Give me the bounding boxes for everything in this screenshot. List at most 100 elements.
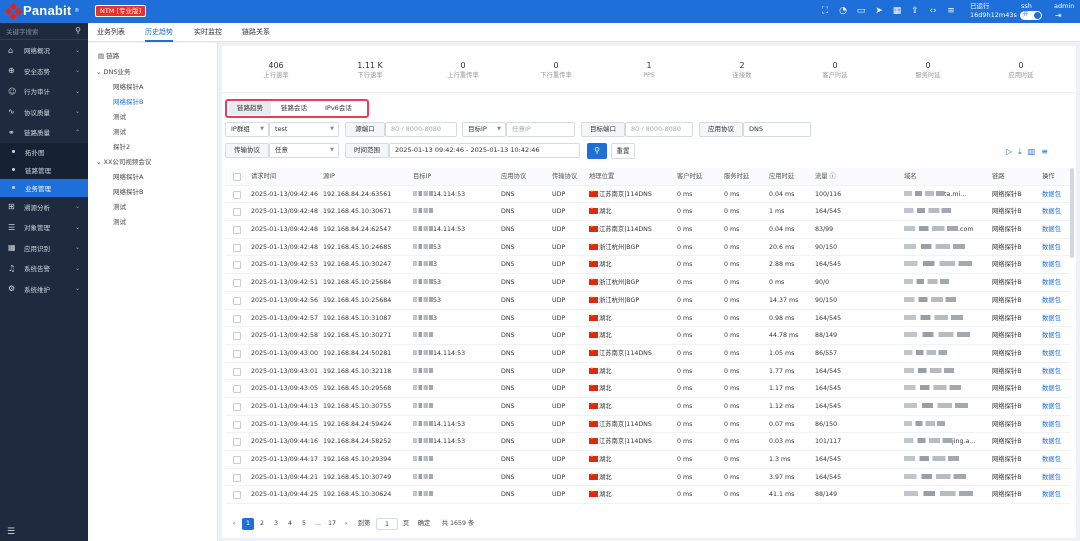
cell-op[interactable]: 数据包: [1042, 398, 1061, 416]
table-row[interactable]: 2025-01-13/09:42:51 192.168.45.10:25684 53…: [225, 274, 1070, 292]
dashboard-icon[interactable]: ◔: [838, 6, 848, 16]
page-17[interactable]: 17: [326, 518, 338, 530]
table-row[interactable]: 2025-01-13/09:43:05 192.168.45.10:29568 DN…: [225, 380, 1070, 398]
search-button[interactable]: ⚲: [587, 143, 607, 159]
collapse-menu-icon[interactable]: ☰: [7, 527, 15, 537]
table-row[interactable]: 2025-01-13/09:43:01 192.168.45.10:32118 DN…: [225, 363, 1070, 381]
sidebar-subitem-link-manage[interactable]: 链路管理: [0, 160, 88, 179]
cell-op[interactable]: 数据包: [1042, 203, 1061, 221]
table-row[interactable]: 2025-01-13/09:44:16 192.168.84.24:58252 14…: [225, 433, 1070, 451]
sort-icon[interactable]: ≡: [1041, 147, 1048, 157]
chat-icon[interactable]: ▭: [856, 6, 866, 16]
cell-op[interactable]: 数据包: [1042, 221, 1061, 239]
tree-node[interactable]: 探针2: [113, 141, 130, 151]
col-geo[interactable]: 地理位置: [589, 168, 614, 186]
row-checkbox[interactable]: [233, 456, 241, 464]
table-row[interactable]: 2025-01-13/09:42:53 192.168.45.10:30247 3 D…: [225, 256, 1070, 275]
row-checkbox[interactable]: [233, 349, 241, 358]
layout-icon[interactable]: ▦: [892, 6, 902, 16]
table-row[interactable]: 2025-01-13/09:44:17 192.168.45.10:29394 DN…: [225, 451, 1070, 469]
row-checkbox[interactable]: [233, 190, 241, 199]
table-row[interactable]: 2025-01-13/09:42:48 192.168.84.24:62547 14…: [225, 221, 1070, 239]
subtab-link-trend[interactable]: 链路趋势: [229, 102, 271, 115]
tree-node[interactable]: 网络探针A: [113, 171, 143, 181]
page-ellipsis[interactable]: ...: [312, 518, 324, 530]
page-5[interactable]: 5: [298, 518, 310, 530]
table-row[interactable]: 2025-01-13/09:42:56 192.168.45.10:25684 53…: [225, 292, 1070, 310]
code-icon[interactable]: ‹›: [928, 6, 938, 16]
sidebar-item-link-quality[interactable]: ⚭ 链路质量 ⌃: [0, 122, 88, 143]
app-protocol-input[interactable]: DNS: [743, 122, 811, 137]
upload-icon[interactable]: ⇪: [910, 6, 920, 16]
info-icon[interactable]: ⓘ: [830, 173, 836, 180]
col-app-protocol[interactable]: 应用协议: [501, 168, 526, 186]
tree-node[interactable]: 网络探针A: [113, 81, 143, 91]
cell-op[interactable]: 数据包: [1042, 239, 1061, 257]
tree-node[interactable]: 测试: [113, 126, 126, 136]
row-checkbox[interactable]: [233, 491, 241, 500]
sidebar-subitem-topology[interactable]: 拓扑图: [0, 142, 88, 161]
sidebar-item-objects[interactable]: ☰ 对象管理 ⌄: [0, 217, 88, 238]
row-checkbox[interactable]: [233, 367, 241, 376]
page-4[interactable]: 4: [284, 518, 296, 530]
row-checkbox[interactable]: [233, 314, 241, 323]
tree-node[interactable]: 网络探针B: [113, 186, 143, 196]
row-checkbox[interactable]: [233, 473, 241, 482]
cell-op[interactable]: 数据包: [1042, 416, 1061, 434]
row-checkbox[interactable]: [233, 279, 241, 288]
cell-op[interactable]: 数据包: [1042, 310, 1061, 328]
col-flow[interactable]: 流量 ⓘ: [815, 168, 836, 186]
table-row[interactable]: 2025-01-13/09:44:25 192.168.45.10:30624 DN…: [225, 486, 1070, 505]
sidebar-item-alerts[interactable]: ♫ 系统告警 ⌄: [0, 258, 88, 279]
prev-page-icon[interactable]: ‹: [228, 518, 240, 530]
send-icon[interactable]: ➤: [874, 6, 884, 16]
col-client-latency[interactable]: 客户时延: [677, 168, 702, 186]
tree-node[interactable]: 测试: [113, 111, 126, 121]
row-checkbox[interactable]: [233, 420, 241, 429]
time-range-input[interactable]: 2025-01-13 09:42:46 - 2025-01-13 10:42:4…: [389, 143, 580, 158]
row-checkbox[interactable]: [233, 332, 241, 341]
src-port-input[interactable]: 80 / 8000-8080: [385, 122, 457, 137]
page-3[interactable]: 3: [270, 518, 282, 530]
tab-realtime[interactable]: 实时监控: [194, 27, 222, 37]
cell-op[interactable]: 数据包: [1042, 345, 1061, 363]
cell-op[interactable]: 数据包: [1042, 433, 1061, 451]
tree-node-selected[interactable]: 网络探针B: [113, 96, 143, 106]
cell-op[interactable]: 数据包: [1042, 469, 1061, 487]
goto-confirm-button[interactable]: 确定: [414, 518, 434, 530]
cell-op[interactable]: 数据包: [1042, 451, 1061, 469]
select-all-checkbox[interactable]: [233, 173, 241, 181]
search-icon[interactable]: ⚲: [75, 26, 81, 35]
col-domain[interactable]: 域名: [904, 168, 917, 186]
row-checkbox[interactable]: [233, 243, 241, 252]
row-checkbox[interactable]: [233, 438, 241, 447]
sidebar-subitem-business-manage[interactable]: 业务管理: [0, 178, 88, 197]
sidebar-item-protocol-quality[interactable]: ∿ 协议质量 ⌄: [0, 102, 88, 123]
subtab-ipv6-session[interactable]: IPv6会话: [317, 102, 360, 115]
fullscreen-icon[interactable]: ⛶: [820, 6, 830, 16]
reset-button[interactable]: 重置: [611, 143, 635, 159]
col-request-time[interactable]: 请求时间: [251, 168, 276, 186]
dst-ip-input[interactable]: 任意IP: [506, 122, 575, 137]
sidebar-item-network-overview[interactable]: ⌂ 网络概况 ⌄: [0, 40, 88, 61]
tree-node[interactable]: 测试: [113, 201, 126, 211]
tree-node[interactable]: 测试: [113, 216, 126, 226]
table-row[interactable]: 2025-01-13/09:42:46 192.168.84.24:63561 14…: [225, 186, 1070, 204]
logout-icon[interactable]: ⇥: [1055, 11, 1062, 20]
brand-logo[interactable]: Panabit ®: [4, 2, 79, 20]
table-row[interactable]: 2025-01-13/09:42:58 192.168.45.10:30271 DN…: [225, 327, 1070, 345]
cell-op[interactable]: 数据包: [1042, 186, 1061, 204]
cell-op[interactable]: 数据包: [1042, 380, 1061, 398]
sidebar-item-audit[interactable]: ☺ 行为审计 ⌄: [0, 81, 88, 102]
row-checkbox[interactable]: [233, 226, 241, 235]
columns-icon[interactable]: ▥: [1028, 147, 1036, 157]
settings-sliders-icon[interactable]: ≡: [946, 6, 956, 16]
table-row[interactable]: 2025-01-13/09:42:57 192.168.45.10:31087 3 D…: [225, 310, 1070, 328]
tab-link-relation[interactable]: 链路关系: [242, 27, 270, 37]
table-scrollbar[interactable]: [1070, 168, 1074, 258]
col-transport[interactable]: 传输协议: [552, 168, 577, 186]
sidebar-search[interactable]: 关键字搜索 ⚲: [0, 23, 88, 40]
table-row[interactable]: 2025-01-13/09:43:00 192.168.84.24:50281 14…: [225, 345, 1070, 363]
sidebar-item-maintenance[interactable]: ⚙ 系统维护 ⌄: [0, 279, 88, 300]
admin-user[interactable]: admin: [1054, 2, 1074, 10]
